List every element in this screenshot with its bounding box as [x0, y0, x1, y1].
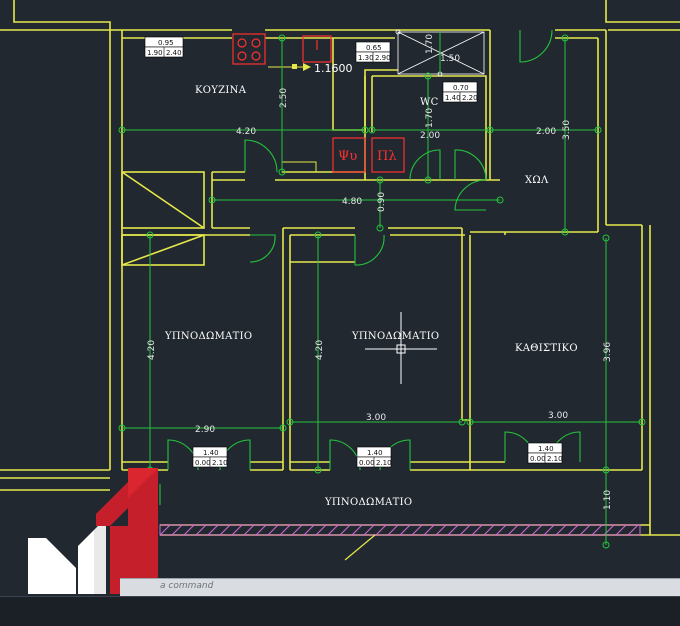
dim-bottom-height: 1.10: [603, 490, 613, 510]
svg-text:0.00: 0.00: [195, 459, 211, 467]
svg-text:0.00: 0.00: [359, 459, 375, 467]
stove-icon: [232, 33, 266, 65]
counter: [281, 161, 317, 173]
room-label-living: ΚΑΘΙΣΤΙΚΟ: [515, 343, 578, 354]
window-tag: 1.40 0.00 2.10: [527, 442, 563, 464]
room-label-bedroom-bottom: ΥΠΝΟΔΩΜΑΤΙΟ: [324, 497, 412, 508]
svg-text:2.20: 2.20: [462, 94, 478, 102]
dim-kitchen-height: 2.50: [279, 88, 289, 108]
svg-text:2.10: 2.10: [547, 455, 563, 463]
command-line[interactable]: a command: [120, 578, 680, 597]
window-tag: 0.65 1.30 2.90: [355, 41, 391, 63]
dim-bedroom-left-height: 4.20: [147, 340, 157, 360]
dim-wc-side: 1.50: [440, 54, 460, 64]
svg-text:0.95: 0.95: [158, 39, 174, 47]
dim-bedroom-left-width: 2.90: [195, 425, 215, 435]
room-label-hall: ΧΩΛ: [525, 175, 549, 186]
svg-text:1.90: 1.90: [147, 49, 163, 57]
svg-text:2.10: 2.10: [376, 459, 392, 467]
window-tag: 0.70 1.40 2.20: [442, 81, 478, 103]
brand-logo: [28, 468, 158, 594]
dim-bedroom-center-width: 3.00: [366, 413, 386, 423]
svg-text:2.90: 2.90: [375, 54, 391, 62]
section-line: [344, 534, 376, 561]
balcony-hatch: [159, 524, 641, 536]
dimension-ticks: [118, 34, 646, 549]
svg-text:1.30: 1.30: [358, 54, 374, 62]
room-label-bedroom-left: ΥΠΝΟΔΩΜΑΤΙΟ: [164, 331, 252, 342]
room-label-wc: WC: [420, 97, 439, 108]
measure-value: 1.1600: [314, 62, 353, 75]
svg-text:1.40: 1.40: [367, 449, 383, 457]
window-tag: 1.40 0.00 2.10: [192, 446, 228, 468]
room-label-bedroom-center: ΥΠΝΟΔΩΜΑΤΙΟ: [351, 331, 439, 342]
window-tag: 1.40 0.00 2.10: [356, 446, 392, 468]
dim-corridor-width: 4.80: [342, 197, 362, 207]
dim-wc-top: 1.70: [425, 34, 435, 54]
svg-text:0.65: 0.65: [366, 44, 382, 52]
crosshair-cursor[interactable]: [365, 312, 437, 384]
doors: [159, 29, 581, 505]
dim-wc-height: 1.70: [425, 108, 435, 128]
status-bar: [0, 596, 680, 626]
command-prompt: a command: [160, 581, 214, 591]
room-label-kitchen: ΚΟΥΖΙΝΑ: [195, 85, 247, 96]
svg-text:0.70: 0.70: [453, 84, 469, 92]
washer-label: Πλ: [377, 149, 397, 164]
dim-bedroom-center-height: 4.20: [315, 340, 325, 360]
water-heater-label: Ψυ: [338, 149, 357, 164]
dim-hall-height: 3.50: [562, 120, 572, 140]
dim-wc-width: 2.00: [420, 131, 440, 141]
dim-corridor-height: 0.90: [377, 192, 387, 212]
svg-text:1.40: 1.40: [203, 449, 219, 457]
svg-text:1.40: 1.40: [445, 94, 461, 102]
window-tag: 0.95 1.90 2.40: [144, 36, 184, 58]
svg-text:2.10: 2.10: [212, 459, 228, 467]
svg-text:0.00: 0.00: [530, 455, 546, 463]
dim-living-height: 3.96: [603, 342, 613, 362]
dim-living-width: 3.00: [548, 411, 568, 421]
dim-hall-width: 2.00: [536, 127, 556, 137]
dim-kitchen-width: 4.20: [236, 127, 256, 137]
dimension-lines: [122, 32, 642, 545]
measure-arrow: [268, 63, 311, 71]
svg-text:2.40: 2.40: [166, 49, 182, 57]
walls: [0, 0, 680, 536]
svg-text:1.40: 1.40: [538, 445, 554, 453]
